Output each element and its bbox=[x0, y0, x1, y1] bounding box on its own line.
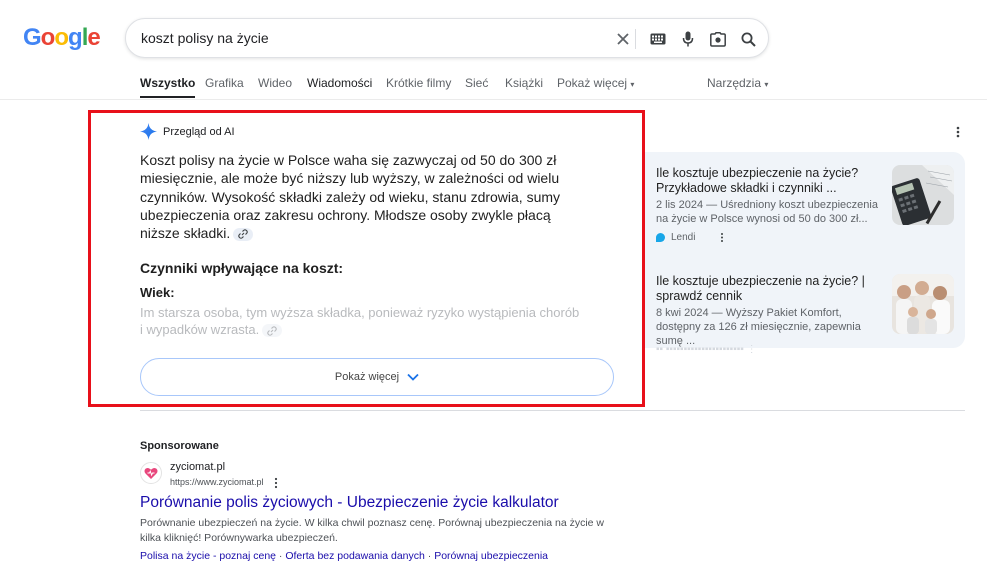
ai-summary: Koszt polisy na życie w Polsce waha się … bbox=[140, 151, 580, 242]
source-snippet: 8 kwi 2024 — Wyższy Pakiet Komfort, dost… bbox=[656, 307, 861, 347]
search-icon[interactable] bbox=[736, 27, 760, 51]
microphone-icon[interactable] bbox=[676, 27, 700, 51]
tab-images[interactable]: Grafika bbox=[205, 76, 244, 90]
faded-source-row: ▪▪ ▪▪▪▪▪▪▪▪▪▪▪▪▪▪▪▪▪▪▪▪▪▪ ⋮ bbox=[656, 344, 757, 355]
source-card[interactable]: Ile kosztuje ubezpieczenie na życie? Prz… bbox=[656, 165, 956, 243]
ad-sitelink[interactable]: Oferta bez podawania danych bbox=[285, 550, 425, 562]
more-options-icon[interactable] bbox=[272, 476, 280, 489]
source-title[interactable]: Ile kosztuje ubezpieczenie na życie? Prz… bbox=[656, 166, 886, 196]
search-input[interactable]: koszt polisy na życie bbox=[141, 30, 269, 46]
logo-letter: o bbox=[54, 24, 69, 51]
tab-books[interactable]: Książki bbox=[505, 76, 543, 90]
tab-web[interactable]: Sieć bbox=[465, 76, 488, 90]
ad-site-name[interactable]: zyciomat.pl bbox=[170, 461, 225, 473]
source-title[interactable]: Ile kosztuje ubezpieczenie na życie? | s… bbox=[656, 274, 886, 304]
logo-letter: g bbox=[68, 24, 83, 51]
chevron-down-icon bbox=[407, 373, 419, 381]
logo-letter: o bbox=[40, 24, 56, 51]
ad-url[interactable]: https://www.zyciomat.pl bbox=[170, 477, 264, 487]
source-site: Lendi bbox=[671, 232, 696, 243]
family-photo-thumbnail[interactable] bbox=[892, 274, 954, 334]
keyboard-icon[interactable] bbox=[646, 27, 670, 51]
tools-button[interactable]: Narzędzia ▾ bbox=[707, 76, 768, 90]
chevron-down-icon: ▾ bbox=[630, 80, 635, 89]
tab-more-label: Pokaż więcej bbox=[557, 76, 628, 90]
sitelink-separator: · bbox=[427, 550, 432, 562]
header-divider bbox=[0, 99, 987, 100]
ai-sources-panel: Ile kosztuje ubezpieczenie na życie? Prz… bbox=[645, 152, 965, 348]
tab-short-videos[interactable]: Krótkie filmy bbox=[386, 76, 451, 90]
more-options-icon[interactable] bbox=[953, 125, 963, 139]
ad-title-link[interactable]: Porównanie polis życiowych - Ubezpieczen… bbox=[140, 494, 559, 512]
factor-text-body: Im starsza osoba, tym wyższa składka, po… bbox=[140, 305, 580, 337]
tab-all[interactable]: Wszystko bbox=[140, 76, 196, 98]
google-logo[interactable]: Google bbox=[23, 24, 101, 52]
ad-sitelink[interactable]: Porównaj ubezpieczenia bbox=[434, 550, 548, 562]
camera-search-icon[interactable] bbox=[706, 27, 730, 51]
lendi-favicon-icon bbox=[656, 233, 665, 242]
search-separator bbox=[635, 29, 636, 49]
factor-title: Wiek: bbox=[140, 285, 175, 300]
link-icon[interactable] bbox=[233, 227, 254, 241]
ad-description: Porównanie ubezpieczeń na życie. W kilka… bbox=[140, 517, 604, 544]
clear-icon[interactable] bbox=[611, 27, 635, 51]
ad-sitelink[interactable]: Polisa na życie - poznaj cenę bbox=[140, 550, 276, 562]
tab-news[interactable]: Wiadomości bbox=[307, 76, 372, 90]
section-divider bbox=[140, 410, 965, 411]
ad-sitelinks: Polisa na życie - poznaj cenę · Oferta b… bbox=[140, 550, 548, 562]
link-icon[interactable] bbox=[262, 324, 283, 338]
more-options-icon[interactable] bbox=[719, 232, 725, 243]
ai-subheading: Czynniki wpływające na koszt: bbox=[140, 260, 344, 276]
source-card[interactable]: Ile kosztuje ubezpieczenie na życie? | s… bbox=[656, 274, 956, 348]
ai-summary-text: Koszt polisy na życie w Polsce waha się … bbox=[140, 152, 561, 242]
logo-letter: e bbox=[87, 24, 100, 51]
tab-more[interactable]: Pokaż więcej ▾ bbox=[557, 76, 634, 90]
source-snippet: 2 lis 2024 — Uśredniony koszt ubezpiecze… bbox=[656, 199, 878, 225]
ai-overview-header: Przegląd od AI bbox=[140, 123, 235, 140]
sitelink-separator: · bbox=[278, 550, 283, 562]
source-meta: Lendi bbox=[656, 232, 956, 243]
calculator-thumbnail[interactable] bbox=[892, 165, 954, 225]
show-more-button[interactable]: Pokaż więcej bbox=[140, 358, 614, 396]
gemini-sparkle-icon bbox=[140, 123, 157, 140]
chevron-down-icon: ▾ bbox=[764, 80, 769, 89]
heart-favicon-icon[interactable] bbox=[140, 462, 162, 484]
tab-video[interactable]: Wideo bbox=[258, 76, 292, 90]
factor-text: Im starsza osoba, tym wyższa składka, po… bbox=[140, 304, 580, 338]
ai-overview-label: Przegląd od AI bbox=[163, 125, 235, 138]
tools-label: Narzędzia bbox=[707, 76, 762, 90]
show-more-label: Pokaż więcej bbox=[334, 371, 400, 383]
sponsored-label: Sponsorowane bbox=[140, 440, 219, 452]
logo-letter: G bbox=[23, 24, 42, 51]
search-box[interactable]: koszt polisy na życie bbox=[125, 18, 769, 58]
